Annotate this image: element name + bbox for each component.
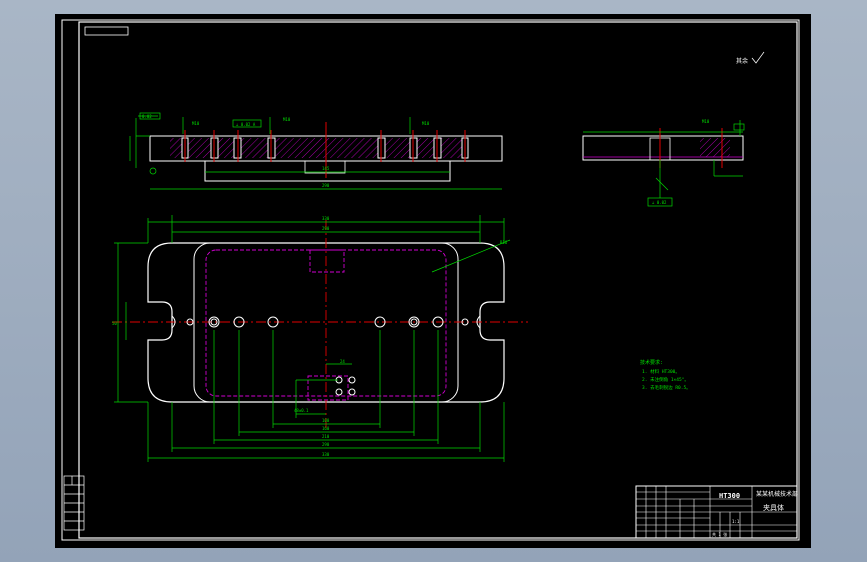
roughness-label: 其余 <box>736 57 748 65</box>
notes-item: 3. 去毛刺锐边 R0.5。 <box>642 384 691 391</box>
svg-text:145: 145 <box>322 166 330 171</box>
svg-text:290: 290 <box>322 442 330 447</box>
cad-drawing[interactable]: 其余 290 145 ⊥ 0.02 A 0.02 M10 M10 M10 M10… <box>0 0 867 562</box>
svg-text:R16: R16 <box>500 240 508 245</box>
notes-item: 2. 未注倒角 1×45°。 <box>642 376 689 383</box>
svg-text:290: 290 <box>322 226 330 231</box>
svg-text:160: 160 <box>322 426 330 431</box>
notes-item: 1. 材料 HT300。 <box>642 368 680 375</box>
svg-text:48±0.1: 48±0.1 <box>294 408 309 413</box>
svg-text:330: 330 <box>322 452 330 457</box>
company-label: 某某机械技术部 <box>756 490 798 498</box>
svg-text:M10: M10 <box>702 119 710 124</box>
sheet-label: 共 1 张 <box>712 531 727 537</box>
drawing-sheet <box>55 14 811 548</box>
svg-text:210: 210 <box>322 434 330 439</box>
svg-text:24: 24 <box>340 359 345 364</box>
svg-text:0.02: 0.02 <box>142 114 152 119</box>
svg-text:⊥ 0.02 A: ⊥ 0.02 A <box>236 122 256 127</box>
cad-viewport[interactable]: 其余 290 145 ⊥ 0.02 A 0.02 M10 M10 M10 M10… <box>0 0 867 562</box>
svg-text:M10: M10 <box>422 121 430 126</box>
svg-text:50: 50 <box>112 321 117 326</box>
scale-label: 1:1 <box>732 519 740 524</box>
svg-text:⊥ 0.02: ⊥ 0.02 <box>652 200 667 205</box>
svg-text:290: 290 <box>322 183 330 188</box>
material-label: HT300 <box>719 492 740 500</box>
svg-text:100: 100 <box>322 418 330 423</box>
svg-text:M10: M10 <box>283 117 291 122</box>
svg-text:330: 330 <box>322 216 330 221</box>
notes-title: 技术要求: <box>640 359 663 366</box>
svg-text:M10: M10 <box>192 121 200 126</box>
drawing-name-label: 夹具体 <box>763 503 784 512</box>
